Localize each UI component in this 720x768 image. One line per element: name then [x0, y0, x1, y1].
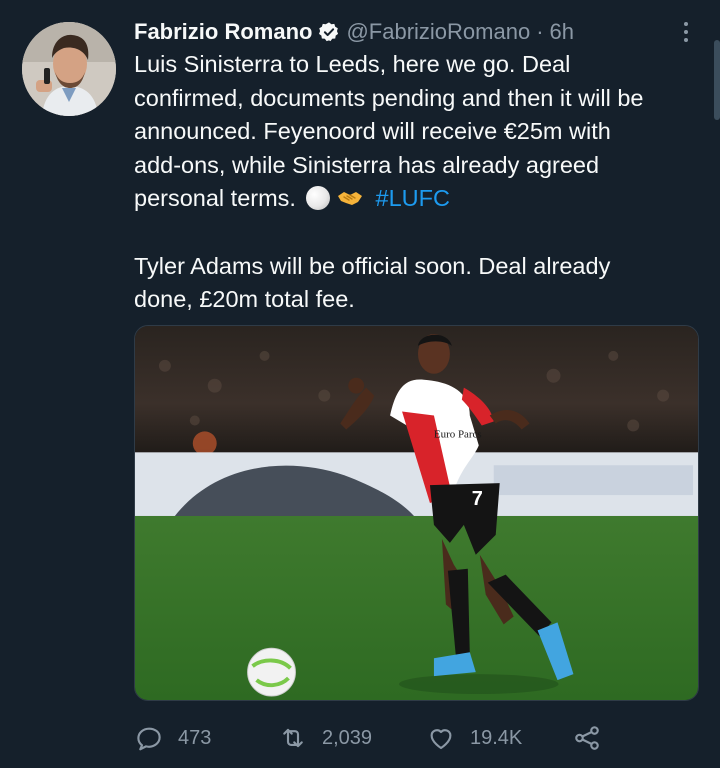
shirt-number: 7 [472, 488, 483, 510]
text-line: done, £20m total fee. [134, 286, 355, 313]
shirt-sponsor: Euro Parcs [434, 428, 482, 440]
reply-icon [137, 727, 161, 751]
retweet-count: 2,039 [322, 726, 373, 749]
reply-button[interactable]: 473 [134, 718, 211, 758]
text-line: add-ons, while Sinisterra has already ag… [134, 151, 600, 178]
hashtag-link[interactable]: #LUFC [376, 185, 450, 211]
tweet-image[interactable]: Euro Parcs 7 [134, 325, 699, 701]
tweet-header: Fabrizio Romano @FabrizioRomano · 6h [134, 16, 574, 48]
like-count: 19.4K [470, 726, 523, 749]
separator-dot: · [536, 19, 544, 44]
tweet-text: Luis Sinisterra to Leeds, here we go. De… [134, 48, 694, 317]
avatar[interactable] [22, 22, 116, 116]
share-icon [575, 726, 599, 750]
text-line-part: personal terms. [134, 185, 296, 212]
like-button[interactable]: 19.4K [426, 718, 522, 758]
text-line: announced. Feyenoord will receive €25m w… [134, 118, 611, 145]
tweet-actions: 473 2,039 19.4K [134, 718, 604, 758]
soccer-ball-emoji [306, 186, 331, 211]
author-name[interactable]: Fabrizio Romano [134, 19, 312, 45]
text-line: personal terms. #LUFC [134, 182, 694, 216]
like-icon [430, 729, 452, 750]
share-button[interactable] [572, 718, 602, 758]
tweet-time[interactable]: 6h [550, 19, 574, 45]
scrollbar-thumb[interactable] [714, 40, 720, 120]
handshake-emoji [338, 192, 363, 206]
text-line: confirmed, documents pending and then it… [134, 84, 644, 111]
text-line: Luis Sinisterra to Leeds, here we go. De… [134, 51, 571, 77]
more-icon[interactable] [674, 20, 698, 44]
verified-badge-icon [318, 21, 340, 43]
author-handle[interactable]: @FabrizioRomano [346, 19, 530, 45]
retweet-button[interactable]: 2,039 [278, 718, 372, 758]
text-line: Tyler Adams will be official soon. Deal … [134, 252, 611, 279]
retweet-icon [283, 728, 303, 748]
reply-count: 473 [178, 726, 212, 749]
